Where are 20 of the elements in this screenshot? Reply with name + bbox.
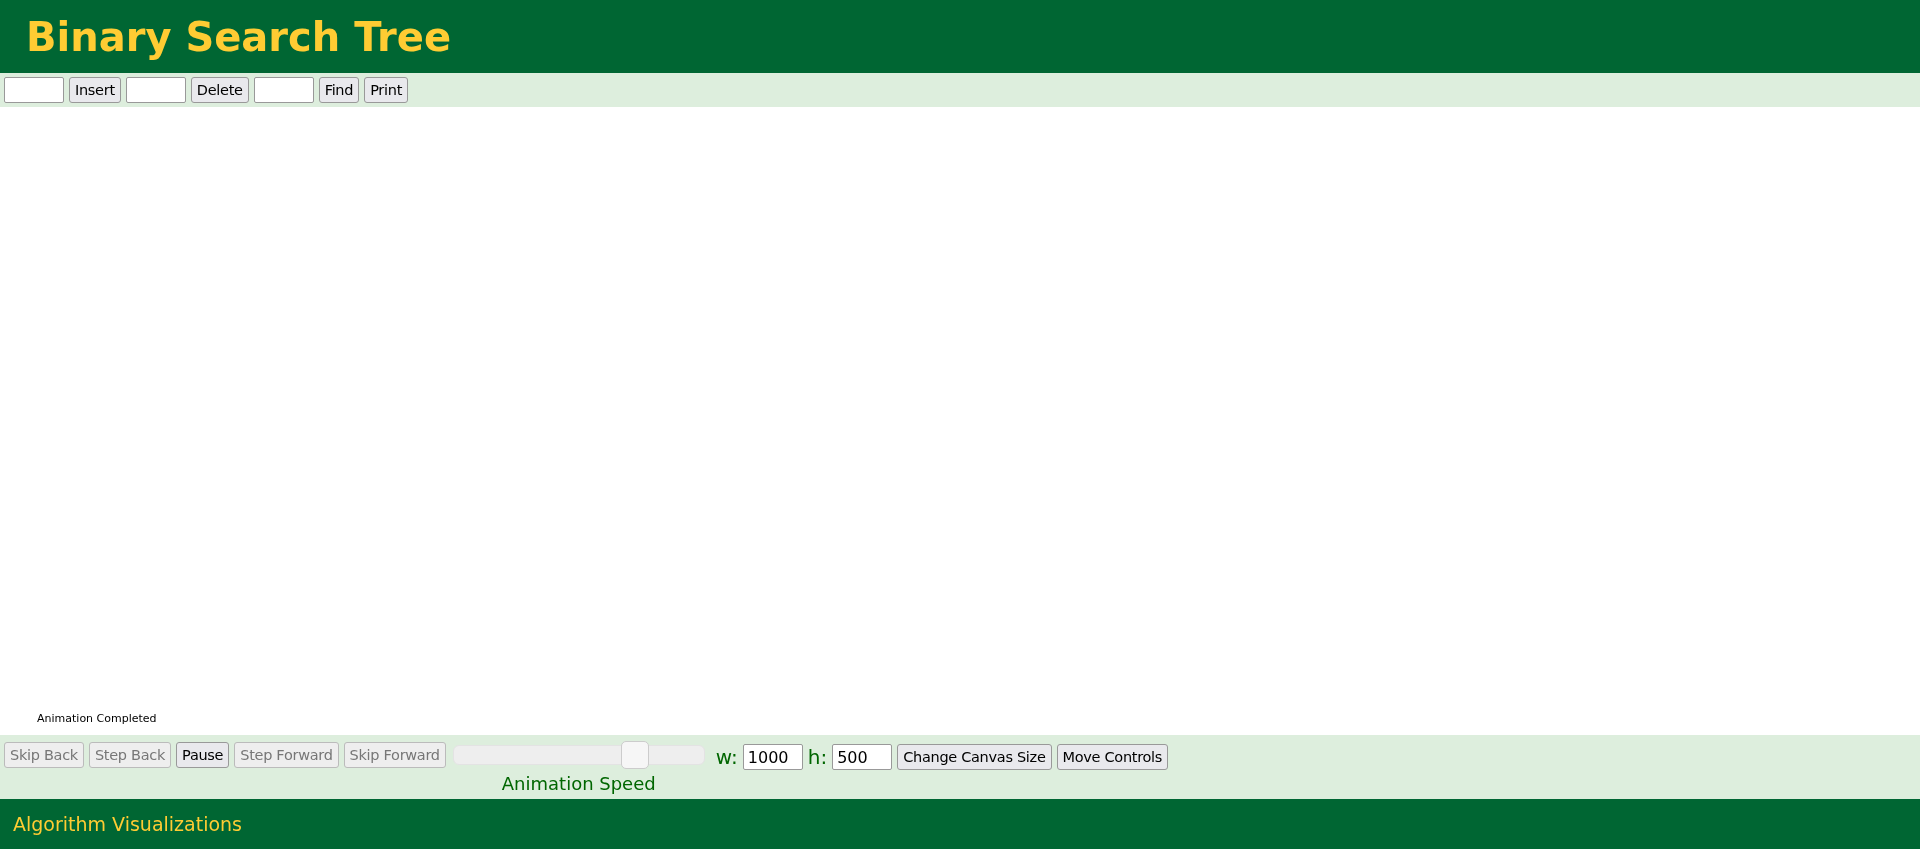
toolbar-button[interactable]: Insert [69, 77, 121, 103]
toolbar-button[interactable]: Print [364, 77, 408, 103]
speed-slider[interactable] [452, 741, 705, 769]
footer-text: Algorithm Visualizations [13, 811, 242, 837]
playback-button[interactable]: Pause [176, 742, 230, 768]
canvas-button[interactable]: Change Canvas Size [897, 744, 1052, 770]
width-label: w: [715, 744, 738, 771]
input-field[interactable] [4, 77, 64, 103]
input-field[interactable] [253, 77, 314, 103]
height-field[interactable]: 500 [832, 744, 893, 770]
toolbar-button[interactable]: Find [318, 77, 360, 103]
slider-thumb[interactable] [620, 741, 649, 769]
page-title: Binary Search Tree [26, 12, 452, 62]
status-text: Animation Completed [37, 710, 158, 727]
input-field[interactable] [125, 77, 186, 103]
slider-label: Animation Speed [501, 772, 656, 796]
toolbar-button[interactable]: Delete [190, 77, 249, 103]
width-field[interactable]: 1000 [742, 744, 803, 770]
height-label: h: [807, 744, 828, 771]
canvas-button[interactable]: Move Controls [1056, 744, 1169, 770]
